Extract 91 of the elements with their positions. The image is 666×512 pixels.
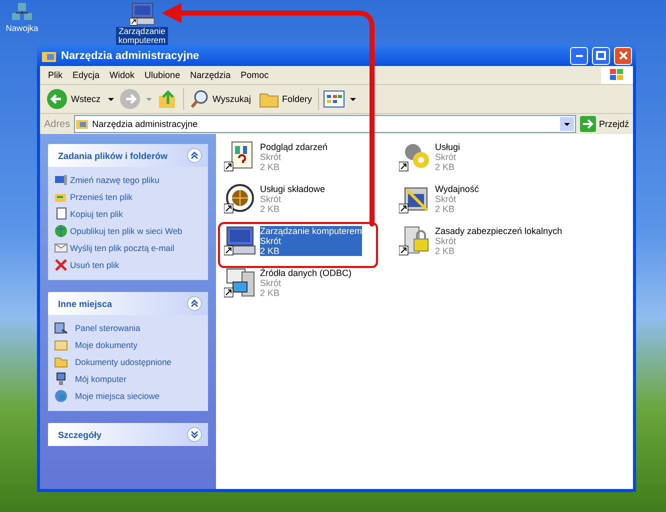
file-item[interactable]: Zasady zabezpieczeń lokalnych Skrót 2 KB (399, 224, 629, 266)
file-item[interactable]: Źródła danych (ODBC) Skrót 2 KB (224, 266, 399, 308)
file-type: Skrót (260, 152, 282, 162)
file-type: Skrót (260, 236, 362, 246)
file-size: 2 KB (260, 204, 281, 214)
minimize-icon (576, 54, 582, 56)
file-type: Skrót (435, 152, 458, 162)
file-size: 2 KB (435, 162, 456, 172)
task-link[interactable]: Kopiuj ten plik (54, 207, 204, 221)
close-icon (618, 51, 628, 60)
file-size: 2 KB (435, 204, 456, 214)
file-size: 2 KB (260, 162, 281, 172)
computer-shortcut-icon[interactable] (130, 1, 154, 26)
task-link[interactable]: Usuń ten plik (54, 258, 204, 272)
task-link[interactable]: Panel sterowania (54, 321, 204, 335)
task-link[interactable]: Mój komputer (54, 372, 204, 386)
file-type: Skrót (435, 194, 458, 204)
search-button[interactable]: Wyszukaj (188, 88, 253, 110)
file-size: 2 KB (260, 246, 362, 256)
file-name: Usługi (435, 142, 460, 152)
search-icon (190, 89, 210, 109)
desktop-icon-label[interactable]: Zarządzanie komputerem (116, 27, 168, 45)
collapse-icon[interactable] (187, 296, 202, 311)
address-field[interactable]: Narzędzia administracyjne (74, 115, 576, 133)
back-button[interactable]: Wstecz (44, 87, 103, 111)
task-link[interactable]: Przenieś ten plik (54, 190, 204, 204)
file-name: Wydajność (435, 184, 479, 194)
network-shortcut-icon[interactable] (10, 1, 34, 23)
close-button[interactable] (614, 46, 632, 64)
views-icon[interactable] (322, 90, 345, 108)
file-name: Zarządzanie komputerem (260, 226, 362, 236)
file-type: Skrót (435, 236, 458, 246)
window-title: Narzędzia administracyjne (61, 50, 200, 62)
panel-header[interactable]: Zadania plików i folderów (48, 144, 208, 167)
delete-icon (54, 258, 68, 272)
caret-icon[interactable] (106, 96, 115, 102)
collapse-icon[interactable] (187, 148, 202, 163)
desktop-icon-label[interactable]: Nawojka (4, 24, 40, 33)
file-item[interactable]: Wydajność Skrót 2 KB (399, 182, 629, 224)
dropdown-button[interactable] (560, 117, 574, 131)
file-item[interactable]: Usługi składowe Skrót 2 KB (224, 182, 399, 224)
file-item[interactable]: Zarządzanie komputerem Skrót 2 KB (224, 224, 399, 266)
rename-icon (54, 173, 68, 187)
file-name: Podgląd zdarzeń (260, 142, 328, 152)
maximize-icon (596, 51, 606, 60)
shortcut-icon (399, 224, 431, 256)
file-name: Zasady zabezpieczeń lokalnych (435, 226, 562, 236)
maximize-button[interactable] (592, 46, 610, 64)
flag-icon (609, 68, 625, 82)
file-type: Skrót (260, 278, 282, 288)
file-size: 2 KB (435, 246, 456, 256)
shortcut-icon (224, 266, 256, 298)
caret-icon (562, 121, 571, 127)
file-name: Źródła danych (ODBC) (260, 268, 352, 278)
folders-button[interactable]: Foldery (256, 89, 314, 109)
folder-icon (54, 355, 68, 369)
task-link[interactable]: Wyślij ten plik pocztą e-mail (54, 241, 204, 255)
task-link[interactable]: Opublikuj ten plik w sieci Web (54, 224, 204, 238)
go-button[interactable]: Przejdź (580, 116, 629, 132)
menu-item[interactable]: Ulubione (140, 70, 184, 80)
task-link[interactable]: Moje miejsca sieciowe (54, 389, 204, 403)
file-item[interactable]: Usługi Skrót 2 KB (399, 140, 629, 182)
file-size: 2 KB (260, 288, 281, 298)
computer-icon (54, 372, 68, 386)
shortcut-icon (224, 182, 256, 214)
expand-icon[interactable] (187, 427, 202, 442)
network-icon (54, 389, 68, 403)
menu-item[interactable]: Widok (106, 70, 139, 80)
menu-item[interactable]: Pomoc (236, 70, 273, 80)
task-link[interactable]: Moje dokumenty (54, 338, 204, 352)
menu-item[interactable]: Plik (44, 70, 67, 80)
file-type: Skrót (260, 194, 282, 204)
shortcut-icon (224, 224, 256, 256)
task-link[interactable]: Dokumenty udostępnione (54, 355, 204, 369)
menu-item[interactable]: Narzędzia (186, 70, 235, 80)
control-panel-icon (54, 321, 68, 335)
go-arrow-icon (580, 116, 596, 132)
file-name: Usługi składowe (260, 184, 326, 194)
file-item[interactable]: Podgląd zdarzeń Skrót 2 KB (224, 140, 399, 182)
envelope-icon (54, 241, 68, 255)
task-link[interactable]: Zmień nazwę tego pliku (54, 173, 204, 187)
address-label: Adres (44, 118, 70, 130)
copy-icon (54, 207, 68, 221)
panel-header[interactable]: Inne miejsca (48, 292, 208, 315)
globe-icon (54, 224, 68, 238)
panel-header[interactable]: Szczegóły (48, 423, 208, 446)
menu-item[interactable]: Edycja (68, 70, 104, 80)
documents-icon (54, 338, 68, 352)
caret-icon[interactable] (348, 96, 357, 102)
folder-tools-icon (75, 118, 90, 130)
minimize-button[interactable] (570, 46, 588, 64)
